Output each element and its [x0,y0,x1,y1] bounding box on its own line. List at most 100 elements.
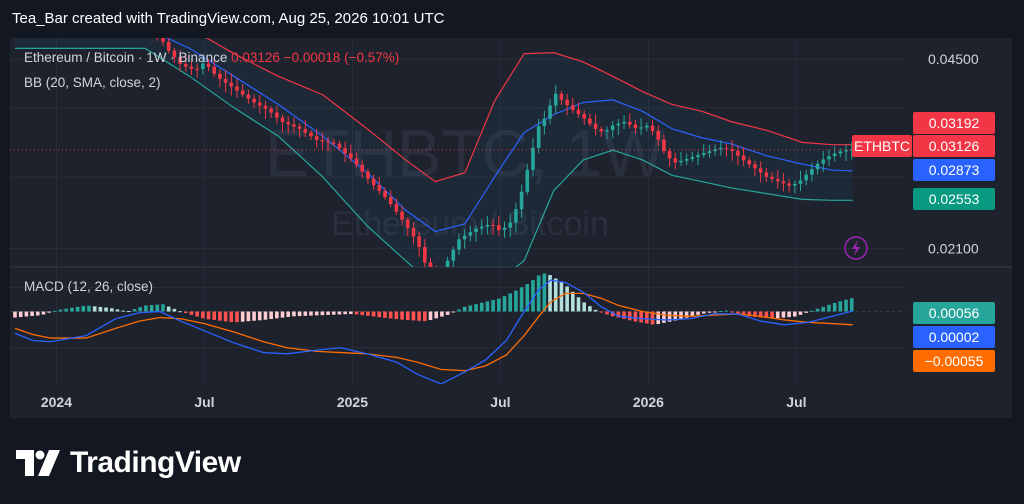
candle-body [764,172,769,177]
macd-histogram-bar [468,305,473,312]
macd-histogram-bar [121,310,125,312]
candle-body [212,66,217,74]
candle-body [189,66,194,69]
macd-histogram-bar [804,311,808,313]
tradingview-logo[interactable]: TradingView [16,440,241,486]
candle-body [423,246,427,263]
macd-histogram-bar [713,311,717,313]
macd-histogram-bar [479,302,484,312]
candle-body [286,122,291,125]
macd-histogram-bar [736,311,740,314]
macd-histogram-bar [331,311,336,315]
candle-body [599,129,604,132]
chart-panel[interactable]: ETHBTC, 1WEthereum / Bitcoin0.045000.021… [10,38,1012,418]
candle-body [514,209,518,223]
macd-histogram-bar [144,305,148,312]
macd-histogram-bar [810,310,814,312]
candle-body [627,121,632,125]
macd-histogram-bar [730,311,734,313]
macd-histogram-bar [645,311,649,324]
macd-histogram-bar [440,311,444,317]
candle-body [553,93,558,106]
macd-histogram-bar [138,307,143,312]
macd-histogram-bar [75,306,80,312]
candle-body [218,73,222,79]
candle-body [161,38,165,42]
candle-body [457,239,461,250]
candle-body [235,86,239,91]
candle-body [844,150,848,152]
candle-body [519,191,524,210]
macd-histogram-bar [622,311,626,319]
candle-body [679,160,683,163]
candle-body [417,236,421,247]
candle-body [690,157,695,159]
candle-body [775,179,780,182]
macd-line [14,279,853,384]
macd-histogram-bar [360,311,365,316]
macd-histogram-bar [35,311,40,316]
candle-body [673,158,678,163]
candle-body [428,262,433,267]
macd-histogram-bar [189,311,194,315]
candle-body [411,227,416,237]
chart-svg[interactable]: ETHBTC, 1WEthereum / Bitcoin0.045000.021… [10,38,1012,418]
macd-histogram-bar [662,311,666,323]
macd-histogram-bar [457,309,461,312]
candle-body [405,219,410,228]
candle-body [257,102,262,106]
candle-body [758,168,763,173]
chart-header: Tea_Bar created with TradingView.com, Au… [0,0,1024,38]
candle-body [770,176,774,180]
macd-histogram-bar [314,311,319,316]
macd-histogram-bar [104,307,108,312]
macd-histogram-bar [292,311,296,317]
candle-body [650,125,655,131]
macd-histogram-bar [542,273,547,312]
label-last-price: 0.03126 [929,138,980,154]
candle-body [366,171,370,179]
macd-histogram-bar [383,311,387,318]
macd-histogram-bar [633,311,638,322]
macd-histogram-bar [508,293,513,312]
candle-body [571,105,575,110]
candle-body [440,271,444,272]
tradingview-wordmark: TradingView [70,446,241,479]
time-axis-tick: 2025 [337,394,368,410]
price-axis-tick: 0.04500 [928,51,979,67]
bb-legend[interactable]: BB (20, SMA, close, 2) [24,75,161,90]
symbol-legend[interactable]: Ethereum / Bitcoin · 1W · Binance 0.0312… [24,50,399,65]
macd-histogram-bar [462,306,467,312]
macd-histogram-bar [588,306,592,312]
macd-histogram-bar [445,311,450,315]
candle-body [525,169,530,192]
macd-histogram-bar [400,311,404,320]
macd-histogram-bar [371,311,376,317]
candle-body [707,151,712,154]
macd-histogram-bar [434,311,439,319]
macd-histogram-bar [246,311,251,322]
macd-histogram-bar [405,311,410,321]
legend-change: −0.00018 (−0.57%) [283,50,400,65]
macd-histogram-bar [838,301,843,312]
candle-body [377,185,382,192]
candle-body [400,211,404,220]
label-upper-band: 0.03192 [929,115,980,131]
macd-histogram-bar [132,309,137,312]
macd-histogram-bar [849,298,854,312]
candle-body [434,269,438,271]
macd-histogram-bar [240,311,245,322]
candle-body [753,164,757,169]
macd-histogram-bar [64,308,69,312]
macd-histogram-bar [553,278,558,312]
tradingview-icon [16,450,60,476]
macd-histogram-bar [257,311,262,321]
macd-histogram-bar [235,311,239,323]
time-axis-tick: 2024 [41,394,72,410]
macd-legend[interactable]: MACD (12, 26, close) [24,279,153,294]
macd-histogram-bar [719,310,723,312]
candle-body [246,94,251,99]
macd-histogram-bar [286,311,291,317]
candle-body [297,126,302,130]
candle-body [798,180,803,184]
